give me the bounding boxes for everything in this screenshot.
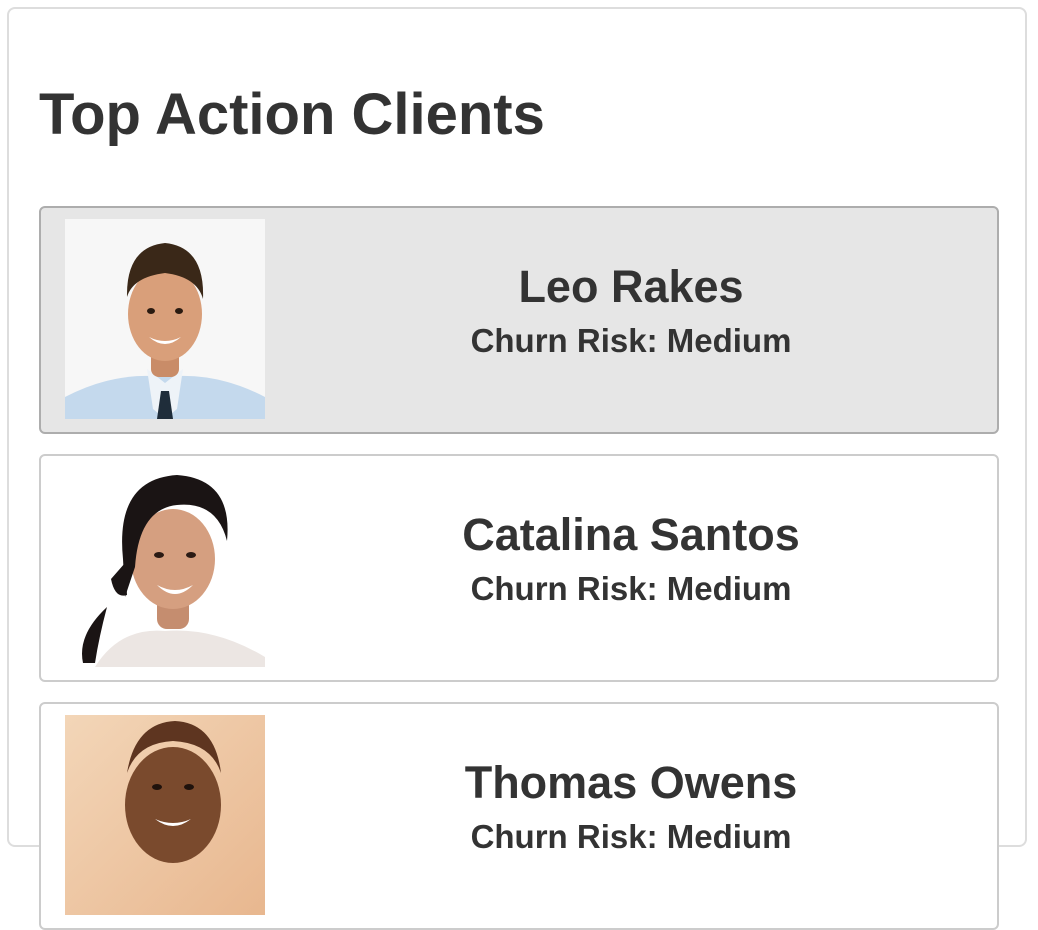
male-headshot-photo	[65, 219, 265, 419]
top-action-clients-panel: Top Action Clients Leo Rakes Churn Risk:…	[7, 7, 1027, 930]
male-headshot-photo	[65, 715, 265, 915]
client-card-leo-rakes[interactable]: Leo Rakes Churn Risk: Medium	[39, 206, 999, 434]
panel-title: Top Action Clients	[39, 82, 545, 147]
churn-risk-label: Churn Risk: Medium	[470, 818, 792, 855]
client-name: Catalina Santos	[462, 509, 800, 560]
client-photo	[65, 467, 265, 667]
female-headshot-photo	[65, 467, 265, 667]
client-card-catalina-santos[interactable]: Catalina Santos Churn Risk: Medium	[39, 454, 999, 682]
client-name: Thomas Owens	[464, 757, 798, 808]
churn-risk-label: Churn Risk: Medium	[470, 322, 792, 359]
churn-risk-label: Churn Risk: Medium	[470, 570, 792, 607]
client-photo	[65, 219, 265, 419]
client-name: Leo Rakes	[518, 261, 744, 312]
client-card-thomas-owens[interactable]: Thomas Owens Churn Risk: Medium	[39, 702, 999, 930]
client-photo	[65, 715, 265, 915]
